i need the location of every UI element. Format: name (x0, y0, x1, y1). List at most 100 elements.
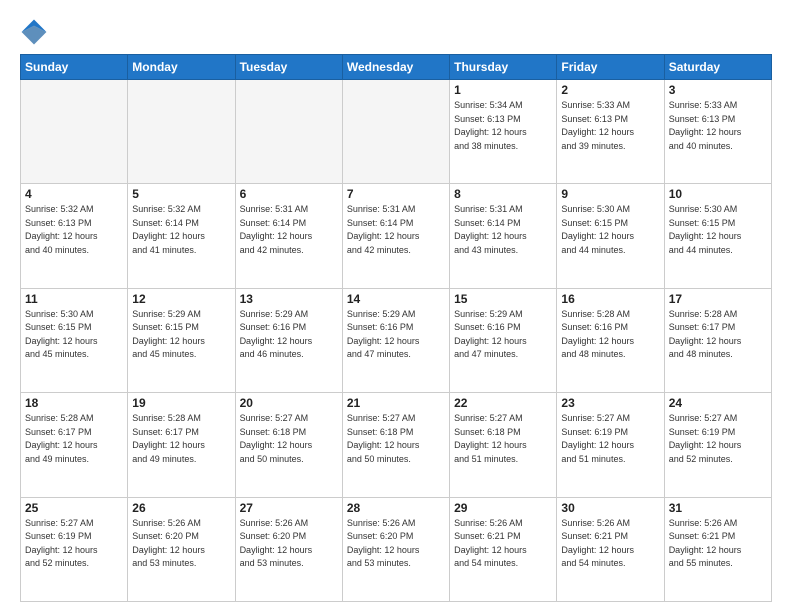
day-info: Sunrise: 5:32 AM Sunset: 6:13 PM Dayligh… (25, 203, 123, 257)
day-header-monday: Monday (128, 55, 235, 80)
day-number: 25 (25, 501, 123, 515)
calendar-cell: 16Sunrise: 5:28 AM Sunset: 6:16 PM Dayli… (557, 288, 664, 392)
day-number: 10 (669, 187, 767, 201)
calendar-cell: 10 Sunrise: 5:30 AM Sunset: 6:15 PM Dayli… (664, 184, 771, 288)
day-info: Sunrise: 5:27 AM Sunset: 6:18 PM Dayligh… (454, 412, 552, 466)
calendar-cell: 31 Sunrise: 5:26 AM Sunset: 6:21 PM Dayli… (664, 497, 771, 601)
day-number: 22 (454, 396, 552, 410)
calendar-cell: 24Sunrise: 5:27 AM Sunset: 6:19 PM Dayli… (664, 393, 771, 497)
day-info: Sunrise: 5:29 AM Sunset: 6:16 PM Dayligh… (454, 308, 552, 362)
calendar-week-4: 25 Sunrise: 5:27 AM Sunset: 6:19 PM Dayli… (21, 497, 772, 601)
day-number: 21 (347, 396, 445, 410)
calendar-cell: 6 Sunrise: 5:31 AM Sunset: 6:14 PM Daylig… (235, 184, 342, 288)
calendar-cell: 25 Sunrise: 5:27 AM Sunset: 6:19 PM Dayli… (21, 497, 128, 601)
calendar-cell: 1 Sunrise: 5:34 AM Sunset: 6:13 PM Daylig… (450, 80, 557, 184)
day-number: 29 (454, 501, 552, 515)
day-number: 12 (132, 292, 230, 306)
day-info: Sunrise: 5:31 AM Sunset: 6:14 PM Dayligh… (454, 203, 552, 257)
calendar-cell: 20 Sunrise: 5:27 AM Sunset: 6:18 PM Dayli… (235, 393, 342, 497)
day-number: 23 (561, 396, 659, 410)
day-number: 13 (240, 292, 338, 306)
day-number: 19 (132, 396, 230, 410)
calendar-cell (235, 80, 342, 184)
day-header-friday: Friday (557, 55, 664, 80)
day-info: Sunrise: 5:30 AM Sunset: 6:15 PM Dayligh… (669, 203, 767, 257)
calendar-cell: 12 Sunrise: 5:29 AM Sunset: 6:15 PM Dayli… (128, 288, 235, 392)
day-info: Sunrise: 5:27 AM Sunset: 6:19 PM Dayligh… (561, 412, 659, 466)
day-number: 9 (561, 187, 659, 201)
day-number: 16 (561, 292, 659, 306)
calendar-table: SundayMondayTuesdayWednesdayThursdayFrid… (20, 54, 772, 602)
day-info: Sunrise: 5:32 AM Sunset: 6:14 PM Dayligh… (132, 203, 230, 257)
day-number: 4 (25, 187, 123, 201)
calendar-cell: 21Sunrise: 5:27 AM Sunset: 6:18 PM Dayli… (342, 393, 449, 497)
day-info: Sunrise: 5:33 AM Sunset: 6:13 PM Dayligh… (669, 99, 767, 153)
calendar-cell (128, 80, 235, 184)
day-info: Sunrise: 5:26 AM Sunset: 6:21 PM Dayligh… (669, 517, 767, 571)
day-number: 28 (347, 501, 445, 515)
calendar-cell: 3 Sunrise: 5:33 AM Sunset: 6:13 PM Daylig… (664, 80, 771, 184)
day-info: Sunrise: 5:34 AM Sunset: 6:13 PM Dayligh… (454, 99, 552, 153)
calendar-cell: 14 Sunrise: 5:29 AM Sunset: 6:16 PM Dayli… (342, 288, 449, 392)
calendar-cell: 29Sunrise: 5:26 AM Sunset: 6:21 PM Dayli… (450, 497, 557, 601)
calendar-cell: 2Sunrise: 5:33 AM Sunset: 6:13 PM Daylig… (557, 80, 664, 184)
calendar-cell: 26 Sunrise: 5:26 AM Sunset: 6:20 PM Dayli… (128, 497, 235, 601)
day-number: 5 (132, 187, 230, 201)
logo-icon (20, 18, 48, 46)
day-header-saturday: Saturday (664, 55, 771, 80)
header (20, 18, 772, 46)
day-number: 17 (669, 292, 767, 306)
calendar-cell: 11 Sunrise: 5:30 AM Sunset: 6:15 PM Dayli… (21, 288, 128, 392)
calendar-header-row: SundayMondayTuesdayWednesdayThursdayFrid… (21, 55, 772, 80)
day-header-sunday: Sunday (21, 55, 128, 80)
logo (20, 18, 54, 46)
calendar-cell: 17 Sunrise: 5:28 AM Sunset: 6:17 PM Dayli… (664, 288, 771, 392)
calendar-week-0: 1 Sunrise: 5:34 AM Sunset: 6:13 PM Daylig… (21, 80, 772, 184)
day-number: 6 (240, 187, 338, 201)
day-info: Sunrise: 5:26 AM Sunset: 6:20 PM Dayligh… (347, 517, 445, 571)
day-info: Sunrise: 5:27 AM Sunset: 6:19 PM Dayligh… (25, 517, 123, 571)
day-info: Sunrise: 5:26 AM Sunset: 6:20 PM Dayligh… (132, 517, 230, 571)
day-number: 1 (454, 83, 552, 97)
day-info: Sunrise: 5:27 AM Sunset: 6:18 PM Dayligh… (240, 412, 338, 466)
calendar-cell: 5 Sunrise: 5:32 AM Sunset: 6:14 PM Daylig… (128, 184, 235, 288)
calendar-cell: 18 Sunrise: 5:28 AM Sunset: 6:17 PM Dayli… (21, 393, 128, 497)
calendar-cell: 23 Sunrise: 5:27 AM Sunset: 6:19 PM Dayli… (557, 393, 664, 497)
day-info: Sunrise: 5:26 AM Sunset: 6:21 PM Dayligh… (561, 517, 659, 571)
calendar-cell: 7 Sunrise: 5:31 AM Sunset: 6:14 PM Daylig… (342, 184, 449, 288)
day-info: Sunrise: 5:29 AM Sunset: 6:16 PM Dayligh… (240, 308, 338, 362)
day-number: 11 (25, 292, 123, 306)
calendar-cell (342, 80, 449, 184)
calendar-cell: 30Sunrise: 5:26 AM Sunset: 6:21 PM Dayli… (557, 497, 664, 601)
day-number: 26 (132, 501, 230, 515)
calendar-cell: 15Sunrise: 5:29 AM Sunset: 6:16 PM Dayli… (450, 288, 557, 392)
day-info: Sunrise: 5:30 AM Sunset: 6:15 PM Dayligh… (561, 203, 659, 257)
calendar-cell: 9 Sunrise: 5:30 AM Sunset: 6:15 PM Daylig… (557, 184, 664, 288)
day-number: 18 (25, 396, 123, 410)
day-info: Sunrise: 5:29 AM Sunset: 6:15 PM Dayligh… (132, 308, 230, 362)
day-number: 2 (561, 83, 659, 97)
day-info: Sunrise: 5:28 AM Sunset: 6:17 PM Dayligh… (669, 308, 767, 362)
calendar-cell: 28 Sunrise: 5:26 AM Sunset: 6:20 PM Dayli… (342, 497, 449, 601)
calendar-week-2: 11 Sunrise: 5:30 AM Sunset: 6:15 PM Dayli… (21, 288, 772, 392)
calendar-cell (21, 80, 128, 184)
day-number: 27 (240, 501, 338, 515)
page: SundayMondayTuesdayWednesdayThursdayFrid… (0, 0, 792, 612)
day-number: 24 (669, 396, 767, 410)
day-number: 14 (347, 292, 445, 306)
day-number: 3 (669, 83, 767, 97)
day-info: Sunrise: 5:30 AM Sunset: 6:15 PM Dayligh… (25, 308, 123, 362)
day-info: Sunrise: 5:29 AM Sunset: 6:16 PM Dayligh… (347, 308, 445, 362)
day-number: 20 (240, 396, 338, 410)
day-info: Sunrise: 5:28 AM Sunset: 6:17 PM Dayligh… (25, 412, 123, 466)
day-info: Sunrise: 5:28 AM Sunset: 6:17 PM Dayligh… (132, 412, 230, 466)
day-info: Sunrise: 5:31 AM Sunset: 6:14 PM Dayligh… (347, 203, 445, 257)
day-info: Sunrise: 5:31 AM Sunset: 6:14 PM Dayligh… (240, 203, 338, 257)
day-number: 31 (669, 501, 767, 515)
calendar-cell: 27Sunrise: 5:26 AM Sunset: 6:20 PM Dayli… (235, 497, 342, 601)
calendar-cell: 8 Sunrise: 5:31 AM Sunset: 6:14 PM Daylig… (450, 184, 557, 288)
day-header-thursday: Thursday (450, 55, 557, 80)
day-number: 8 (454, 187, 552, 201)
day-number: 7 (347, 187, 445, 201)
calendar-week-3: 18 Sunrise: 5:28 AM Sunset: 6:17 PM Dayli… (21, 393, 772, 497)
